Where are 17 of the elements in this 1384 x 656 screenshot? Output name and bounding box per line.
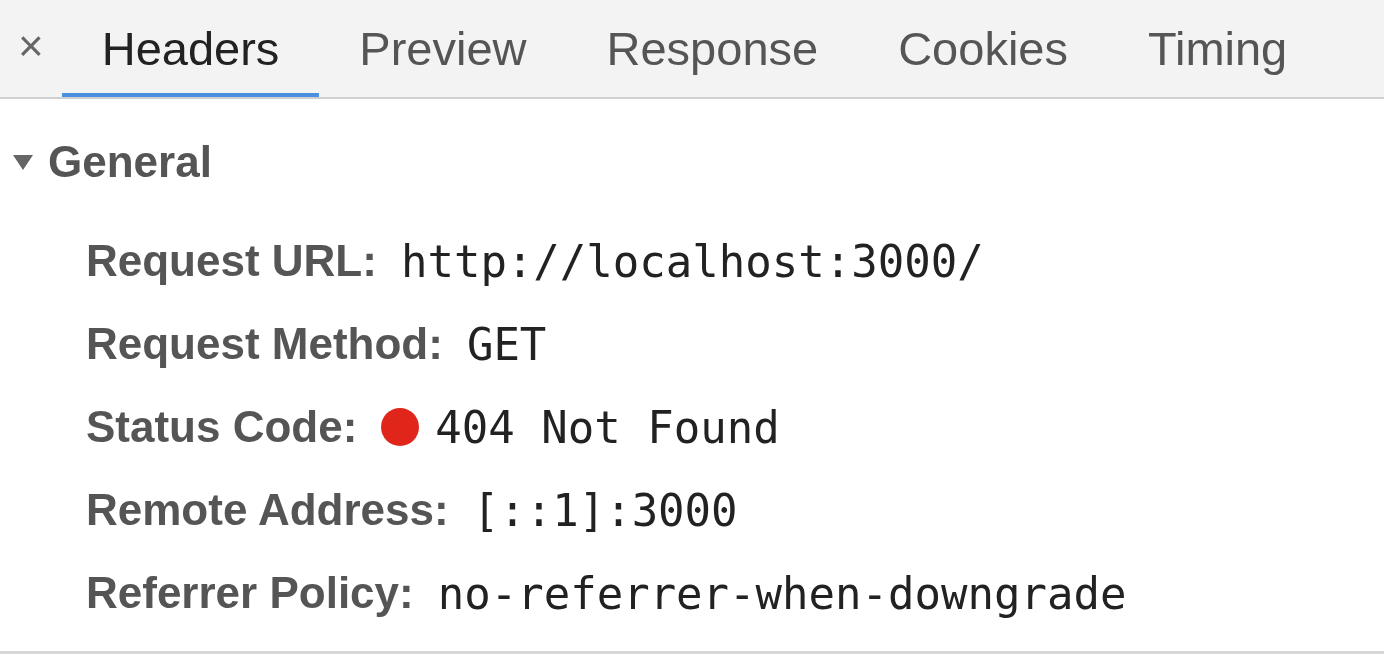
header-value: GET — [466, 318, 547, 370]
tab[interactable]: Timing — [1108, 0, 1328, 97]
tab[interactable]: Headers — [61, 0, 320, 97]
header-name: Remote Address: — [86, 485, 449, 535]
tab[interactable]: Response — [566, 0, 859, 97]
header-value: [::1]:3000 — [472, 484, 738, 536]
section-header[interactable]: General — [0, 99, 1384, 187]
header-name: Status Code: — [86, 402, 358, 452]
header-name: Request Method: — [86, 319, 443, 369]
header-name: Referrer Policy: — [86, 568, 414, 618]
header-value: http://localhost:3000/ — [400, 235, 984, 287]
tab[interactable]: Preview — [319, 0, 567, 97]
tab[interactable]: Cookies — [858, 0, 1108, 97]
header-value: 404 Not Found — [435, 401, 780, 453]
header-name: Request URL: — [86, 236, 377, 286]
header-value: no-referrer-when-downgrade — [437, 567, 1127, 619]
close-button[interactable]: × — [0, 0, 62, 97]
